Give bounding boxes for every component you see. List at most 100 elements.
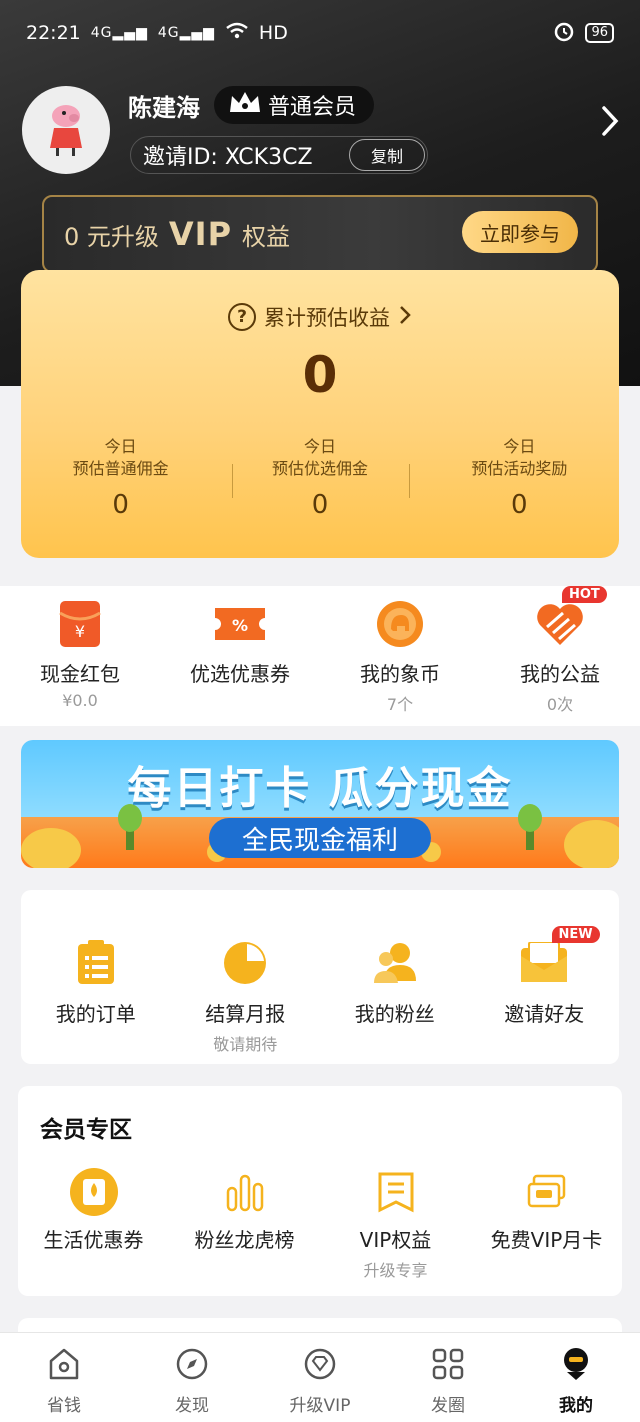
- user-name: 陈建海: [128, 94, 200, 122]
- tool-my-fans[interactable]: 我的粉丝: [320, 938, 470, 1064]
- quick-sub: 7个: [386, 695, 414, 714]
- vip-banner-prefix: 0 元升级: [64, 222, 159, 251]
- member-life-coupons[interactable]: 生活优惠券: [18, 1166, 169, 1281]
- svg-text:%: %: [232, 616, 248, 635]
- quick-charity[interactable]: HOT 我的公益 0次: [480, 586, 640, 726]
- tab-moments[interactable]: 发圈: [384, 1333, 512, 1422]
- ranking-bars-icon: [219, 1166, 271, 1218]
- earning-column: 今日 预估普通佣金 0: [21, 436, 220, 518]
- join-now-button[interactable]: 立即参与: [462, 211, 578, 253]
- quick-cash-redpacket[interactable]: ¥ 现金红包 ¥0.0: [0, 586, 160, 726]
- banner-title: 每日打卡 瓜分现金: [127, 763, 513, 814]
- earning-type-label: 预估普通佣金: [72, 459, 169, 478]
- member-label: 免费VIP月卡: [490, 1228, 603, 1252]
- earning-type-label: 预估活动奖励: [471, 459, 568, 478]
- quick-label: 优选优惠券: [190, 662, 290, 686]
- member-zone-title: 会员专区: [40, 1117, 132, 1143]
- invite-id-row: 邀请ID: XCK3CZ 复制: [130, 136, 428, 174]
- order-list-icon: [71, 938, 121, 988]
- home-icon: [45, 1345, 83, 1383]
- quick-coupons[interactable]: % 优选优惠券: [160, 586, 320, 726]
- chevron-right-icon: [398, 304, 412, 331]
- tool-label: 我的粉丝: [354, 1002, 435, 1026]
- wifi-icon: [225, 22, 249, 45]
- tool-invite-friends[interactable]: NEW 邀请好友: [470, 926, 620, 1064]
- crown-icon: [228, 90, 262, 120]
- quick-label: 现金红包: [40, 662, 120, 686]
- member-vip-rights[interactable]: VIP权益 升级专享: [320, 1166, 471, 1281]
- invite-envelope-icon: [519, 938, 569, 988]
- quick-elephant-coins[interactable]: 我的象币 7个: [320, 586, 480, 726]
- earning-value: 0: [511, 490, 528, 520]
- earning-day-label: 今日: [503, 437, 536, 456]
- help-icon[interactable]: ?: [228, 303, 256, 331]
- tab-label: 发现: [175, 1396, 209, 1416]
- grid-icon: [429, 1345, 467, 1383]
- copy-button[interactable]: 复制: [349, 139, 425, 171]
- elephant-coin-icon: [372, 596, 428, 652]
- member-label: VIP权益: [359, 1228, 432, 1252]
- earning-column: 今日 预估活动奖励 0: [420, 436, 619, 520]
- quick-sub: ¥0.0: [62, 691, 98, 710]
- compass-icon: [173, 1345, 211, 1383]
- member-label: 粉丝龙虎榜: [194, 1228, 295, 1252]
- svg-text:¥: ¥: [75, 622, 85, 641]
- chevron-right-icon[interactable]: [596, 102, 624, 140]
- tool-label: 结算月报: [205, 1002, 286, 1026]
- earning-day-label: 今日: [303, 437, 336, 456]
- quick-label: 我的象币: [360, 662, 440, 686]
- membership-badge[interactable]: 普通会员: [214, 86, 375, 124]
- vip-card-icon: [521, 1166, 573, 1218]
- tool-monthly-report[interactable]: 结算月报 敬请期待: [171, 938, 321, 1064]
- vip-upgrade-banner[interactable]: 0 元升级 VIP 权益 立即参与: [42, 195, 598, 273]
- status-bar: 22:21 4G▂▄▆ 4G▂▄▆ HD 96: [26, 20, 614, 46]
- vip-bookmark-icon: [370, 1166, 422, 1218]
- vip-banner-suffix: 权益: [242, 222, 291, 251]
- quick-label: 我的公益: [520, 662, 600, 686]
- invite-id: 邀请ID: XCK3CZ: [143, 145, 313, 170]
- tools-card: 我的订单 结算月报 敬请期待 我的粉丝 NEW 邀请好友: [21, 890, 619, 1064]
- member-sub: 升级专享: [363, 1261, 428, 1280]
- membership-label: 普通会员: [268, 95, 357, 120]
- hot-badge: HOT: [562, 586, 607, 603]
- tab-save-money[interactable]: 省钱: [0, 1333, 128, 1422]
- tab-discover[interactable]: 发现: [128, 1333, 256, 1422]
- vip-diamond-icon: [301, 1345, 339, 1383]
- earnings-title: 累计预估收益: [264, 306, 390, 330]
- pie-chart-icon: [220, 938, 270, 988]
- tool-label: 我的订单: [55, 1002, 136, 1026]
- coupon-icon: %: [212, 596, 268, 652]
- earning-type-label: 预估优选佣金: [271, 459, 368, 478]
- battery-icon: 96: [585, 23, 614, 43]
- earning-day-label: 今日: [104, 437, 137, 456]
- new-badge: NEW: [551, 926, 600, 943]
- tab-label: 升级VIP: [289, 1396, 351, 1416]
- tab-label: 省钱: [47, 1396, 81, 1416]
- tab-mine[interactable]: 我的: [512, 1333, 640, 1422]
- life-coupon-icon: [68, 1166, 120, 1218]
- tab-upgrade-vip[interactable]: 升级VIP: [256, 1333, 384, 1422]
- red-envelope-icon: ¥: [52, 596, 108, 652]
- member-label: 生活优惠券: [43, 1228, 144, 1252]
- divider: [408, 464, 410, 498]
- clock: 22:21: [26, 22, 81, 44]
- member-free-vip-card[interactable]: 免费VIP月卡: [471, 1166, 622, 1281]
- quick-actions: ¥ 现金红包 ¥0.0 % 优选优惠券 我的象币 7个 HOT 我的公益 0次: [0, 586, 640, 726]
- member-fans-ranking[interactable]: 粉丝龙虎榜: [169, 1166, 320, 1281]
- avatar[interactable]: [22, 86, 110, 174]
- earning-column: 今日 预估优选佣金 0: [220, 436, 419, 520]
- tab-label: 我的: [559, 1396, 593, 1416]
- signal-icon: 4G▂▄▆: [157, 25, 215, 41]
- earnings-card: ? 累计预估收益 0 今日 预估普通佣金 0 今日 预估优选佣金 0 今日 预估…: [21, 270, 619, 558]
- member-zone-card: 会员专区 生活优惠券 粉丝龙虎榜 VIP权益 升级专享 免费VIP月卡: [18, 1086, 622, 1296]
- profile-icon: [557, 1345, 595, 1383]
- earnings-title-row[interactable]: ? 累计预估收益: [21, 302, 619, 332]
- daily-checkin-banner[interactable]: 每日打卡 瓜分现金 全民现金福利: [21, 740, 619, 868]
- earning-value: 0: [311, 490, 329, 520]
- network-label: HD: [258, 22, 288, 44]
- tool-sub: 敬请期待: [213, 1035, 278, 1054]
- divider: [232, 464, 234, 498]
- quick-sub: 0次: [546, 695, 574, 714]
- vip-banner-vip: VIP: [168, 215, 233, 253]
- tool-my-orders[interactable]: 我的订单: [21, 938, 171, 1064]
